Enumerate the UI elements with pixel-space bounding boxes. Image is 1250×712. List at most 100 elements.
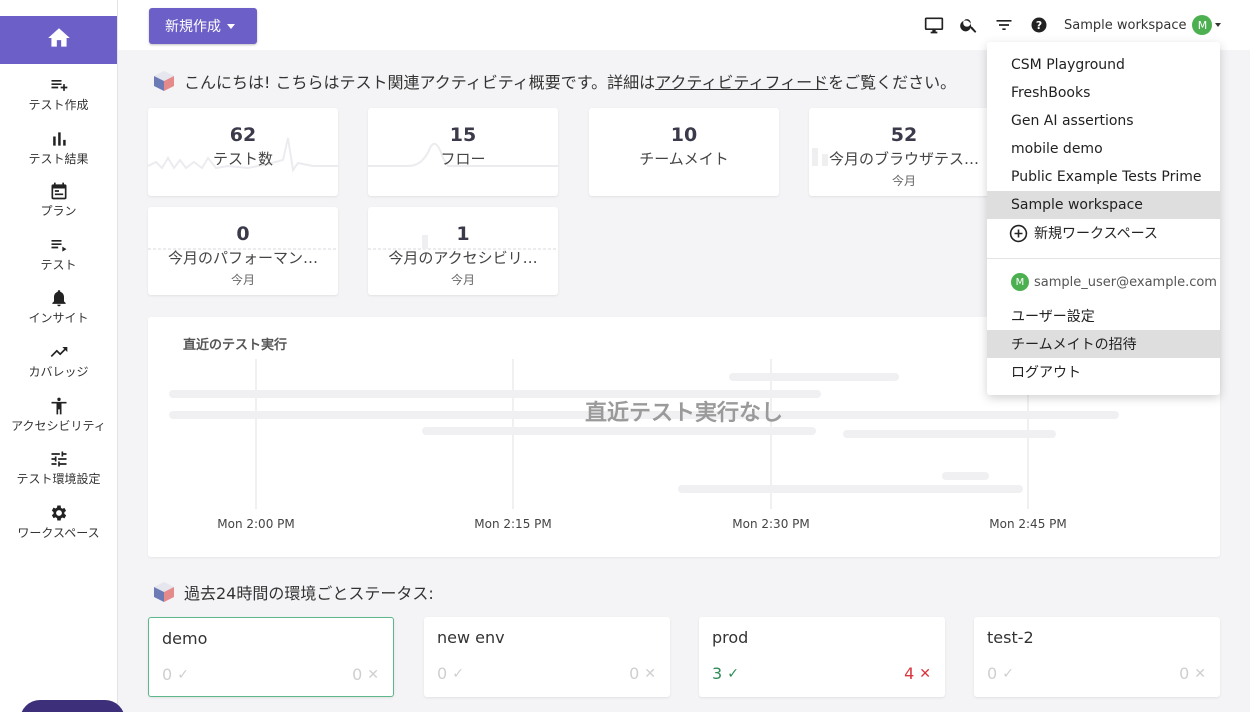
activity-feed-link[interactable]: アクティビティフィード [655,69,828,93]
cross-icon: ✕ [644,665,656,682]
sidebar-item-accessibility[interactable]: アクセシビリティ [0,396,117,444]
env-name: new env [437,628,505,647]
stat-label: 今月のブラウザテス… [828,150,979,168]
stat-label: テスト数 [212,150,273,168]
env-failed: 0 ✕ [352,665,379,684]
sidebar: テスト作成 テスト結果 プラン テスト インサイト カバレッジ アクセシビリティ… [0,0,125,712]
stat-sub: 今月 [230,273,255,287]
env-card-prod[interactable]: prod 3 ✓ 4 ✕ [699,617,945,697]
x-tick-label: Mon 2:00 PM [217,517,295,531]
cube-logo-icon [152,580,176,604]
home-icon [45,25,73,55]
accessibility-icon [49,396,69,416]
workspace-option[interactable]: Public Example Tests Prime [987,163,1220,191]
sidebar-item-plans[interactable]: プラン [0,181,117,229]
stat-card-teammates[interactable]: 10 チームメイト [589,108,779,196]
env-card-demo[interactable]: demo 0 ✓ 0 ✕ [148,617,394,697]
search-icon[interactable] [958,14,980,36]
greeting-text: こんにちは! こちらはテスト関連アクティビティ概要です。詳細は [184,73,656,92]
stat-sub: 今月 [450,273,475,287]
sidebar-item-tests[interactable]: テスト [0,235,117,283]
help-icon[interactable]: ? [1028,14,1050,36]
sidebar-item-label: テスト環境設定 [16,472,101,486]
x-tick-label: Mon 2:45 PM [989,517,1067,531]
workspace-dropdown: CSM Playground FreshBooks Gen AI asserti… [987,42,1220,395]
stat-value: 62 [229,124,257,146]
monitor-icon[interactable] [923,14,945,36]
sidebar-item-test-results[interactable]: テスト結果 [0,129,117,177]
stat-label: フロー [440,150,486,168]
svg-text:?: ? [1036,19,1042,32]
env-name: test-2 [987,628,1034,647]
check-icon: ✓ [452,665,464,682]
logout-item[interactable]: ログアウト [987,358,1220,386]
x-tick-label: Mon 2:15 PM [474,517,552,531]
workspace-option[interactable]: Gen AI assertions [987,107,1220,135]
workspace-option[interactable]: CSM Playground [987,51,1220,79]
sidebar-item-label: ワークスペース [17,526,100,540]
workspace-option[interactable]: FreshBooks [987,79,1220,107]
trending-up-icon [49,342,69,362]
x-tick-label: Mon 2:30 PM [732,517,810,531]
stat-value: 10 [670,124,698,146]
empty-message: 直近テスト実行なし [584,401,783,426]
sidebar-item-workspace[interactable]: ワークスペース [0,503,117,551]
stat-card-tests[interactable]: 62 テスト数 [148,108,338,196]
stat-value: 1 [456,223,470,245]
workspace-option-selected[interactable]: Sample workspace [987,191,1220,219]
stat-value: 52 [890,124,918,146]
tune-icon [49,449,69,469]
sidebar-item-label: アクセシビリティ [11,419,106,433]
sidebar-item-insights[interactable]: インサイト [0,288,117,336]
stat-sub: 今月 [891,174,916,188]
cross-icon: ✕ [367,666,379,683]
stat-value: 15 [449,124,477,146]
new-workspace-item[interactable]: 新規ワークスペース [987,219,1220,247]
new-create-button[interactable]: 新規作成 [149,8,257,44]
stat-label: 今月のパフォーマン… [167,249,318,267]
sidebar-item-label: テスト [40,258,77,272]
env-name: prod [712,628,749,647]
workspace-name: Sample workspace [1064,17,1187,33]
stat-card-performance[interactable]: 0 今月のパフォーマン… 今月 [148,207,338,295]
divider [987,258,1220,259]
env-card-new-env[interactable]: new env 0 ✓ 0 ✕ [424,617,670,697]
stat-label: 今月のアクセシビリ… [388,249,538,267]
sidebar-item-label: テスト作成 [28,98,89,112]
user-account: M sample_user@example.com [1011,273,1217,291]
home-button[interactable] [0,16,117,64]
env-passed: 0 ✓ [437,664,464,683]
new-create-label: 新規作成 [165,19,221,35]
env-failed: 0 ✕ [629,664,656,683]
avatar: M [1011,273,1029,291]
bell-icon [49,288,69,308]
filter-icon[interactable] [993,14,1015,36]
workspace-selector[interactable]: Sample workspace M [1064,14,1222,36]
greeting: こんにちは! こちらはテスト関連アクティビティ概要です。詳細は アクティビティフィ… [152,69,956,93]
help-fab-button[interactable] [20,700,125,712]
stat-card-browser-tests[interactable]: 52 今月のブラウザテス… 今月 [809,108,999,196]
env-failed: 0 ✕ [1179,664,1206,683]
env-status-heading: 過去24時間の環境ごとステータス: [152,580,434,604]
calendar-icon [49,181,69,201]
stat-label: チームメイト [639,150,729,168]
sidebar-item-test-env-settings[interactable]: テスト環境設定 [0,449,117,497]
stat-card-accessibility[interactable]: 1 今月のアクセシビリ… 今月 [368,207,558,295]
env-passed: 3 ✓ [712,664,739,683]
env-passed: 0 ✓ [987,664,1014,683]
env-card-test-2[interactable]: test-2 0 ✓ 0 ✕ [974,617,1220,697]
recent-runs-title: 直近のテスト実行 [183,338,288,353]
invite-teammate-item[interactable]: チームメイトの招待 [987,330,1220,358]
greeting-suffix: をご覧ください。 [828,73,957,92]
check-icon: ✓ [1002,665,1014,682]
env-name: demo [162,629,208,648]
add-circle-icon [1009,224,1028,243]
check-icon: ✓ [177,666,189,683]
sidebar-item-create-test[interactable]: テスト作成 [0,75,117,123]
sidebar-item-coverage[interactable]: カバレッジ [0,342,117,390]
gear-icon [49,503,69,523]
user-settings-item[interactable]: ユーザー設定 [987,302,1220,330]
env-passed: 0 ✓ [162,665,189,684]
workspace-option[interactable]: mobile demo [987,135,1220,163]
stat-card-flows[interactable]: 15 フロー [368,108,558,196]
